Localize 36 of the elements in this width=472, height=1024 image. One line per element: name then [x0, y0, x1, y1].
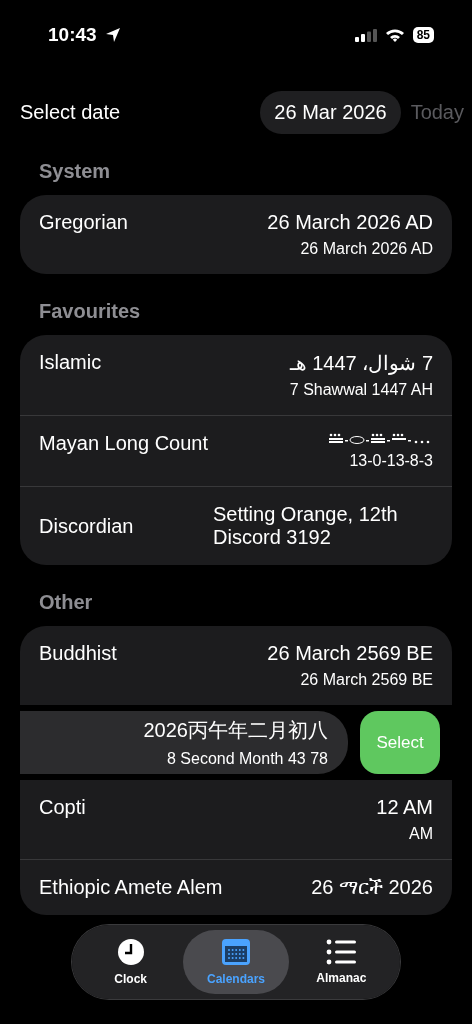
date-value: 2026丙午年二月初八	[143, 718, 328, 743]
date-subvalue: 26 March 2026 AD	[300, 240, 433, 258]
date-value: 26 ማርች 2026	[311, 876, 433, 899]
date-value: 7 شوال، 1447 هـ	[289, 351, 433, 375]
calendar-name: Mayan Long Count	[39, 432, 208, 455]
tab[interactable]: Almanac	[288, 930, 394, 994]
date-subvalue: 26 March 2569 BE	[300, 671, 433, 689]
calendar-name: Buddhist	[39, 642, 117, 665]
date-picker-button[interactable]: 26 Mar 2026	[260, 90, 401, 134]
battery-level: 85	[412, 27, 434, 43]
date-subvalue: 8 Second Month 43 78	[167, 750, 328, 768]
calendar-name: Discordian	[39, 514, 134, 538]
calendar-name: Ethiopic Amete Alem	[39, 876, 223, 899]
wifi-icon	[384, 28, 405, 42]
calendar-icon	[221, 938, 251, 966]
date-value: 12 AM	[376, 796, 433, 819]
calendar-name: Copti	[39, 796, 86, 819]
section-title: Favourites	[38, 300, 142, 323]
date-value: Setting Orange, 12th Discord 3192	[213, 503, 399, 549]
calendar-name: Islamic	[39, 351, 102, 374]
date-subvalue: 13-0-13-8-3	[349, 452, 433, 470]
signal-icon	[354, 28, 377, 42]
section-title: System	[38, 160, 112, 183]
date-subvalue: AM	[409, 825, 433, 843]
date-value: 26 March 2026 AD	[267, 211, 433, 234]
clock-icon	[116, 938, 145, 966]
calendar-name: Gregorian	[39, 211, 128, 234]
select-date-label: Select date	[20, 100, 122, 124]
swiped-row[interactable]: 2026丙午年二月初八 8 Second Month 43 78	[20, 711, 348, 774]
tab[interactable]: Clock	[78, 930, 184, 994]
date-subvalue: 7 Shawwal 1447 AH	[289, 381, 433, 399]
list-icon	[326, 939, 357, 965]
date-value: 26 March 2569 BE	[267, 642, 433, 665]
section-title: Other	[38, 591, 94, 614]
status-time: 10:43	[48, 24, 97, 46]
location-arrow-icon	[104, 27, 121, 43]
